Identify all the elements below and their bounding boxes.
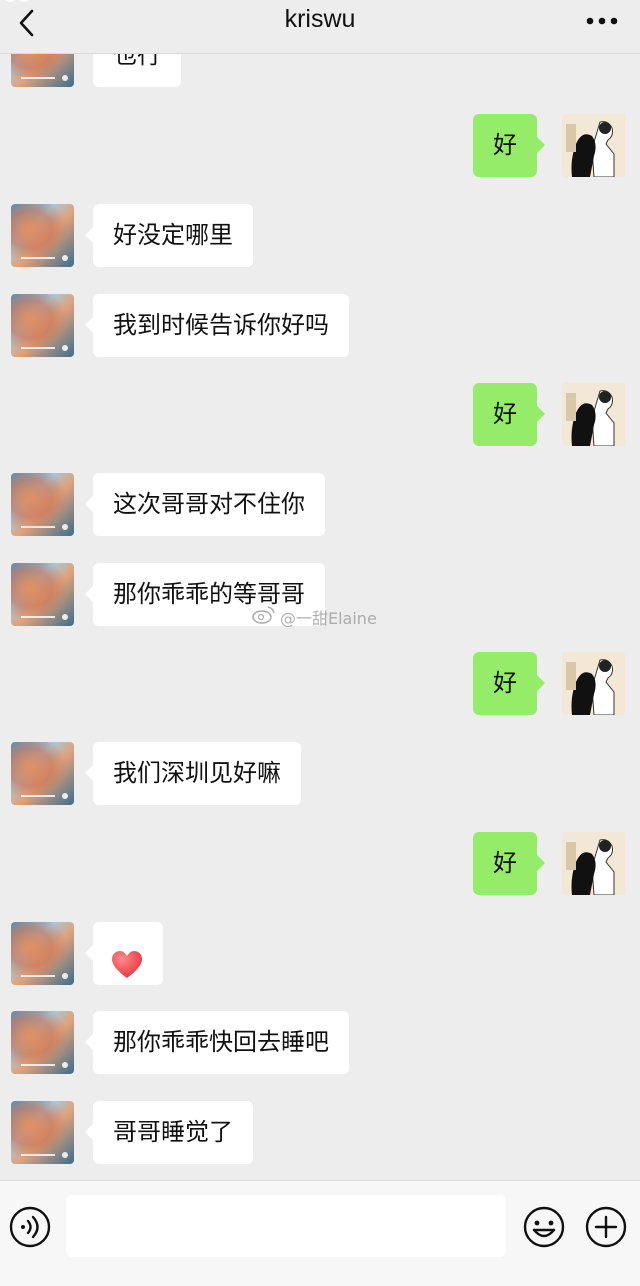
message-text: 好 bbox=[493, 400, 517, 428]
message-bubble-outgoing[interactable]: 好 bbox=[473, 114, 545, 177]
contact-avatar[interactable] bbox=[11, 1101, 74, 1164]
watermark-text: @一甜Elaine bbox=[280, 609, 377, 628]
message-bubble-incoming[interactable]: 这次哥哥对不住你 bbox=[85, 473, 325, 536]
watermark: @一甜Elaine bbox=[252, 605, 377, 629]
emoji-button[interactable] bbox=[522, 1205, 566, 1249]
emoji-icon bbox=[522, 1206, 566, 1253]
message-bubble-incoming[interactable] bbox=[85, 922, 163, 985]
self-avatar[interactable] bbox=[562, 383, 625, 446]
message-text: 我们深圳见好嘛 bbox=[113, 759, 281, 787]
message-text: 好 bbox=[493, 131, 517, 159]
contact-avatar[interactable] bbox=[11, 294, 74, 357]
message-input[interactable] bbox=[66, 1195, 506, 1257]
contact-avatar[interactable] bbox=[11, 742, 74, 805]
self-avatar[interactable] bbox=[562, 832, 625, 895]
contact-avatar[interactable] bbox=[11, 922, 74, 985]
contact-avatar[interactable] bbox=[11, 563, 74, 626]
contact-avatar[interactable] bbox=[11, 1011, 74, 1074]
message-text: 那你乖乖快回去睡吧 bbox=[113, 1028, 329, 1056]
contact-avatar[interactable] bbox=[11, 473, 74, 536]
heart-icon bbox=[112, 940, 142, 978]
message-bubble-incoming[interactable]: 我们深圳见好嘛 bbox=[85, 742, 301, 805]
weibo-icon bbox=[252, 605, 276, 629]
nav-header: kriswu bbox=[0, 0, 640, 54]
message-text: 好 bbox=[493, 669, 517, 697]
message-text: 这次哥哥对不住你 bbox=[113, 490, 305, 518]
message-bubble-incoming[interactable]: 好没定哪里 bbox=[85, 204, 253, 267]
message-text: 那你乖乖的等哥哥 bbox=[113, 580, 305, 608]
contact-avatar[interactable] bbox=[11, 204, 74, 267]
plus-icon bbox=[584, 1206, 628, 1253]
message-bubble-outgoing[interactable]: 好 bbox=[473, 832, 545, 895]
message-text: 好 bbox=[493, 849, 517, 877]
message-bubble-incoming[interactable]: 我到时候告诉你好吗 bbox=[85, 294, 349, 357]
input-bar bbox=[0, 1180, 640, 1286]
self-avatar[interactable] bbox=[562, 114, 625, 177]
message-bubble-outgoing[interactable]: 好 bbox=[473, 383, 545, 446]
message-text: 哥哥睡觉了 bbox=[113, 1118, 233, 1146]
more-button[interactable] bbox=[582, 6, 622, 36]
chat-title: kriswu bbox=[284, 5, 356, 33]
voice-button[interactable] bbox=[8, 1205, 52, 1249]
message-text: 我到时候告诉你好吗 bbox=[113, 311, 329, 339]
chat-area[interactable]: 也行 好 好没定哪里 我到时候告诉你好吗 好 这次哥哥对不住你 那你乖乖的等哥哥… bbox=[0, 0, 640, 1180]
message-bubble-incoming[interactable]: 哥哥睡觉了 bbox=[85, 1101, 253, 1164]
message-bubble-outgoing[interactable]: 好 bbox=[473, 652, 545, 715]
voice-icon bbox=[8, 1206, 52, 1253]
message-text: 好没定哪里 bbox=[113, 221, 233, 249]
status-indicator-icon bbox=[2, 0, 32, 4]
ellipsis-icon bbox=[582, 17, 622, 40]
message-bubble-incoming[interactable]: 那你乖乖快回去睡吧 bbox=[85, 1011, 349, 1074]
plus-button[interactable] bbox=[584, 1205, 628, 1249]
self-avatar[interactable] bbox=[562, 652, 625, 715]
